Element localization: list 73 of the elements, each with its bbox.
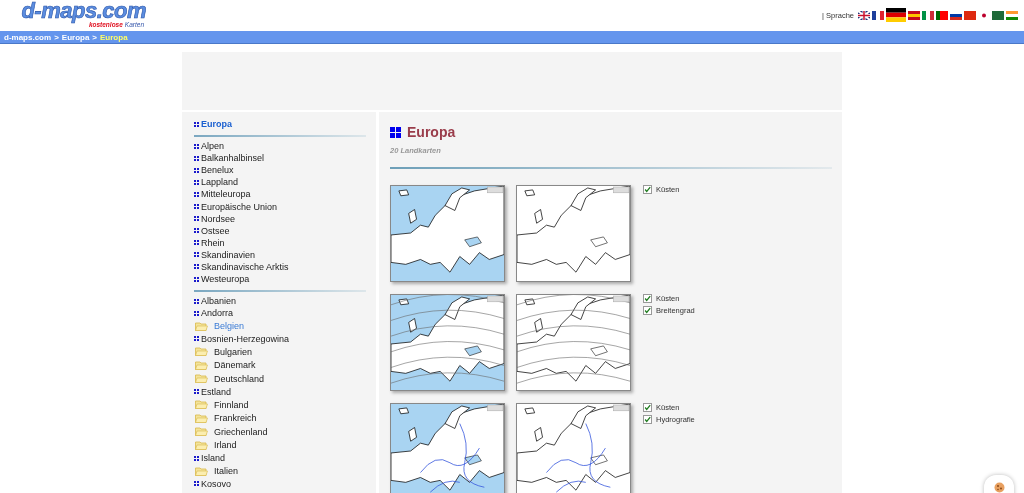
folder-icon (195, 347, 208, 357)
bullet-icon (194, 191, 199, 197)
flag-icon[interactable] (936, 10, 948, 20)
cookie-button[interactable] (984, 475, 1014, 493)
sidebar-link[interactable]: Italien (214, 466, 239, 477)
sidebar-link[interactable]: Finnland (214, 399, 249, 410)
folder-icon (195, 360, 208, 370)
grid-icon (390, 126, 401, 138)
bullet-icon (194, 240, 199, 246)
flag-icon[interactable] (872, 10, 884, 20)
sidebar-link[interactable]: Andorra (201, 308, 234, 319)
checkbox[interactable] (643, 403, 652, 412)
sidebar-link[interactable]: Albanien (201, 296, 237, 307)
folder-icon (195, 374, 208, 384)
sidebar-link[interactable]: Ostsee (201, 225, 230, 236)
flag-icon[interactable] (992, 10, 1004, 20)
bullet-icon (194, 155, 199, 161)
sidebar-link[interactable]: Kosovo (201, 479, 232, 489)
sidebar-link[interactable]: Skandinavische Arktis (201, 262, 289, 272)
sidebar-link[interactable]: Europäische Union (201, 201, 278, 212)
sidebar-title[interactable]: Europa (201, 119, 232, 129)
sidebar-link[interactable]: Deutschland (214, 374, 265, 384)
bullet-icon (194, 179, 199, 185)
sidebar-link[interactable]: Benelux (201, 165, 234, 176)
bullet-icon (194, 121, 199, 127)
sidebar-link[interactable]: Rhein (201, 237, 225, 248)
folder-icon (195, 400, 208, 410)
sidebar-link[interactable]: Island (201, 453, 226, 464)
bullet-icon (194, 228, 199, 234)
folder-icon (195, 440, 208, 450)
bullet-icon (194, 455, 199, 461)
bullet-icon (194, 276, 199, 282)
bullet-icon (194, 310, 199, 316)
checkbox[interactable] (643, 415, 652, 424)
cookie-icon (993, 481, 1005, 493)
sidebar-link[interactable]: Westeuropa (201, 274, 250, 285)
flag-icon[interactable] (886, 8, 906, 22)
bullet-icon (194, 204, 199, 209)
folder-icon (195, 413, 208, 423)
bullet-icon (194, 298, 199, 304)
sidebar-link[interactable]: Belgien (214, 321, 245, 332)
sidebar-link[interactable]: Bosnien-Herzegowina (201, 333, 290, 344)
folder-icon (195, 466, 208, 476)
checkbox[interactable] (643, 294, 652, 303)
bullet-icon (194, 264, 199, 270)
sidebar-link[interactable]: Balkanhalbinsel (201, 153, 265, 164)
sidebar-link[interactable]: Mitteleuropa (201, 189, 251, 200)
sidebar-link[interactable]: Dänemark (214, 360, 256, 371)
bullet-icon (194, 216, 199, 222)
sidebar-link[interactable]: Lappland (201, 177, 239, 188)
sidebar-link[interactable]: Alpen (201, 141, 225, 152)
folder-icon (195, 321, 208, 331)
bullet-icon (194, 481, 199, 487)
bullet-icon (194, 252, 199, 258)
bullet-icon (194, 389, 199, 395)
folder-icon (195, 427, 208, 437)
sidebar-link[interactable]: Estland (201, 386, 232, 397)
bullet-icon (194, 167, 199, 173)
bullet-icon (194, 143, 199, 149)
bullet-icon (194, 336, 199, 342)
sidebar-link[interactable]: Bulgarien (214, 346, 253, 357)
flag-icon[interactable] (908, 10, 920, 20)
breadcrumb-separator: > (54, 32, 59, 42)
checkbox[interactable] (643, 306, 652, 315)
sidebar-link[interactable]: Nordsee (201, 213, 236, 224)
page-title: Europa (407, 124, 456, 140)
sidebar-link[interactable]: Irland (214, 440, 237, 451)
sidebar-link[interactable]: Frankreich (214, 413, 257, 424)
sidebar-link[interactable]: Skandinavien (201, 249, 256, 260)
flag-icon[interactable] (858, 10, 870, 20)
breadcrumb-separator: > (92, 32, 98, 42)
checkbox[interactable] (643, 185, 652, 194)
sidebar-link[interactable]: Griechenland (214, 426, 268, 437)
